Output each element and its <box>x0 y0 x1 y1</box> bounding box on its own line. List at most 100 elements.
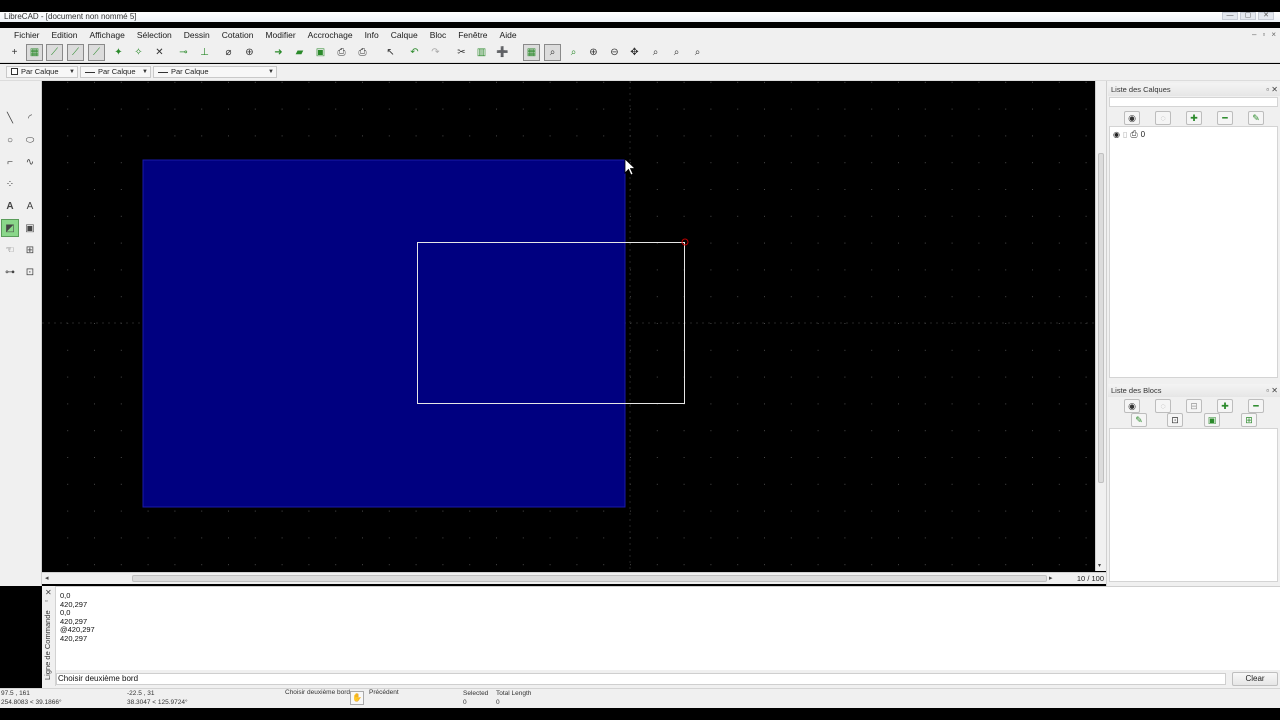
snap-entity-icon[interactable]: ⟋ <box>67 44 84 61</box>
mdi-close-button[interactable]: × <box>1271 30 1276 39</box>
save-block-icon[interactable]: ▣ <box>1204 413 1220 427</box>
hatch-tool-icon[interactable]: ◩ <box>1 219 19 237</box>
zoom-select-icon[interactable]: ⌕ <box>689 44 706 61</box>
linewidth-combo[interactable]: Par Calque ▼ <box>80 66 151 78</box>
panel-float-close-icon[interactable]: ▫ ✕ <box>1266 83 1278 96</box>
show-all-layers-icon[interactable]: ◉ <box>1124 111 1140 125</box>
menu-dessin[interactable]: Dessin <box>178 30 216 40</box>
printer-icon[interactable]: ⎙ <box>1130 129 1137 140</box>
lock-relative-zero-icon[interactable]: ⊕ <box>241 44 258 61</box>
paste-icon[interactable]: ➕ <box>494 44 511 61</box>
mdi-restore-button[interactable]: ▫ <box>1262 30 1265 39</box>
snap-distance-icon[interactable]: ✧ <box>130 44 147 61</box>
zoom-pan-icon[interactable]: ⌕ <box>668 44 685 61</box>
menu-affichage[interactable]: Affichage <box>84 30 131 40</box>
insert-block-icon[interactable]: ⊞ <box>1241 413 1257 427</box>
select-pointer-icon[interactable]: ↖ <box>382 44 399 61</box>
snap-endpoint-icon[interactable]: ⟋ <box>46 44 63 61</box>
text-tool-icon[interactable]: A <box>1 197 19 215</box>
zoom-out-icon[interactable]: ⊖ <box>606 44 623 61</box>
vertical-scrollbar[interactable]: ▾ <box>1095 81 1106 571</box>
linetype-combo[interactable]: Par Calque ▼ <box>153 66 277 78</box>
add-block-icon[interactable]: ✚ <box>1217 399 1233 413</box>
hide-all-layers-icon[interactable]: ◌ <box>1155 111 1171 125</box>
zoom-auto-icon[interactable]: ✥ <box>626 44 643 61</box>
command-input[interactable]: Choisir deuxième bord <box>56 673 1226 685</box>
scroll-down-icon[interactable]: ▾ <box>1098 562 1101 569</box>
menu-fichier[interactable]: Fichier <box>4 30 46 40</box>
zoom-window-icon[interactable]: ⌕ <box>544 44 561 61</box>
save-file-icon[interactable]: ▣ <box>312 44 329 61</box>
filled-rectangle[interactable] <box>142 159 626 508</box>
menu-aide[interactable]: Aide <box>494 30 523 40</box>
menu-info[interactable]: Info <box>359 30 385 40</box>
menu-bloc[interactable]: Bloc <box>424 30 453 40</box>
restrict-horizontal-icon[interactable]: ⊸ <box>175 44 192 61</box>
create-block-icon[interactable]: ⊟ <box>1186 399 1202 413</box>
edit-layer-icon[interactable]: ✎ <box>1248 111 1264 125</box>
edit-block-icon[interactable]: ⊡ <box>1167 413 1183 427</box>
menu-fenetre[interactable]: Fenêtre <box>452 30 493 40</box>
clear-button[interactable]: Clear <box>1232 672 1278 686</box>
dimension-tool-icon[interactable]: ⊞ <box>21 241 39 259</box>
restrict-vertical-icon[interactable]: ⊥ <box>196 44 213 61</box>
modify-tool-icon[interactable]: ⊶ <box>1 263 19 281</box>
open-file-icon[interactable]: ▰ <box>291 44 308 61</box>
polyline-tool-icon[interactable]: ⌐ <box>1 153 19 171</box>
lock-icon[interactable]: ▯ <box>1123 130 1127 139</box>
eye-icon[interactable]: ◉ <box>1113 130 1120 139</box>
spline-tool-icon[interactable]: ∿ <box>21 153 39 171</box>
drawing-canvas[interactable] <box>42 81 1097 571</box>
copy-icon[interactable]: ▥ <box>473 44 490 61</box>
crosshair-icon[interactable]: + <box>6 44 23 61</box>
snap-center-icon[interactable]: ⟋ <box>88 44 105 61</box>
relative-zero-icon[interactable]: ⌀ <box>220 44 237 61</box>
cut-icon[interactable]: ✂ <box>453 44 470 61</box>
redo-icon[interactable]: ↷ <box>427 44 444 61</box>
float-icon[interactable]: ▫ <box>45 598 47 605</box>
menu-cotation[interactable]: Cotation <box>216 30 260 40</box>
menu-accrochage[interactable]: Accrochage <box>302 30 359 40</box>
menu-modifier[interactable]: Modifier <box>259 30 301 40</box>
print-icon[interactable]: ⎙ <box>333 44 350 61</box>
remove-layer-icon[interactable]: ━ <box>1217 111 1233 125</box>
add-layer-icon[interactable]: ✚ <box>1186 111 1202 125</box>
circle-tool-icon[interactable]: ○ <box>1 131 19 149</box>
grid-toggle-icon[interactable]: ▦ <box>523 44 540 61</box>
close-button[interactable]: ✕ <box>1258 12 1274 20</box>
menu-selection[interactable]: Sélection <box>131 30 178 40</box>
scroll-left-icon[interactable]: ◂ <box>45 574 49 582</box>
snap-grid-icon[interactable]: ▦ <box>26 44 43 61</box>
ellipse-tool-icon[interactable]: ⬭ <box>21 131 39 149</box>
print-preview-icon[interactable]: ⎙ <box>354 44 371 61</box>
remove-block-icon[interactable]: ━ <box>1248 399 1264 413</box>
select-tool-icon[interactable]: ☜ <box>1 241 19 259</box>
hide-all-blocks-icon[interactable]: ◌ <box>1155 399 1171 413</box>
new-file-icon[interactable]: ➜ <box>270 44 287 61</box>
maximize-button[interactable]: ▢ <box>1240 12 1256 20</box>
scroll-right-icon[interactable]: ▸ <box>1049 574 1053 582</box>
panel-float-close-icon[interactable]: ▫ ✕ <box>1266 384 1278 397</box>
mdi-minimize-button[interactable]: – <box>1252 30 1256 39</box>
close-icon[interactable]: ✕ <box>45 588 52 597</box>
rename-block-icon[interactable]: ✎ <box>1131 413 1147 427</box>
minimize-button[interactable]: — <box>1222 12 1238 20</box>
horizontal-scroll-thumb[interactable] <box>132 575 1047 582</box>
measure-tool-icon[interactable]: ⊡ <box>21 263 39 281</box>
snap-intersection-icon[interactable]: ✕ <box>151 44 168 61</box>
arc-tool-icon[interactable]: ◜ <box>21 109 39 127</box>
line-tool-icon[interactable]: ╲ <box>1 109 19 127</box>
layer-filter-input[interactable] <box>1109 97 1278 107</box>
menu-calque[interactable]: Calque <box>385 30 424 40</box>
horizontal-scrollbar[interactable]: ◂ ▸ 10 / 100 <box>42 572 1106 584</box>
mtext-tool-icon[interactable]: A <box>21 197 39 215</box>
show-all-blocks-icon[interactable]: ◉ <box>1124 399 1140 413</box>
zoom-previous-icon[interactable]: ⌕ <box>647 44 664 61</box>
layer-row[interactable]: ◉ ▯ ⎙ 0 <box>1113 129 1145 140</box>
canvas-svg[interactable] <box>42 81 1097 571</box>
zoom-redraw-icon[interactable]: ⌕ <box>565 44 582 61</box>
menu-edition[interactable]: Edition <box>46 30 84 40</box>
image-tool-icon[interactable]: ▣ <box>21 219 39 237</box>
snap-middle-icon[interactable]: ✦ <box>110 44 127 61</box>
vertical-scroll-thumb[interactable] <box>1098 153 1104 483</box>
